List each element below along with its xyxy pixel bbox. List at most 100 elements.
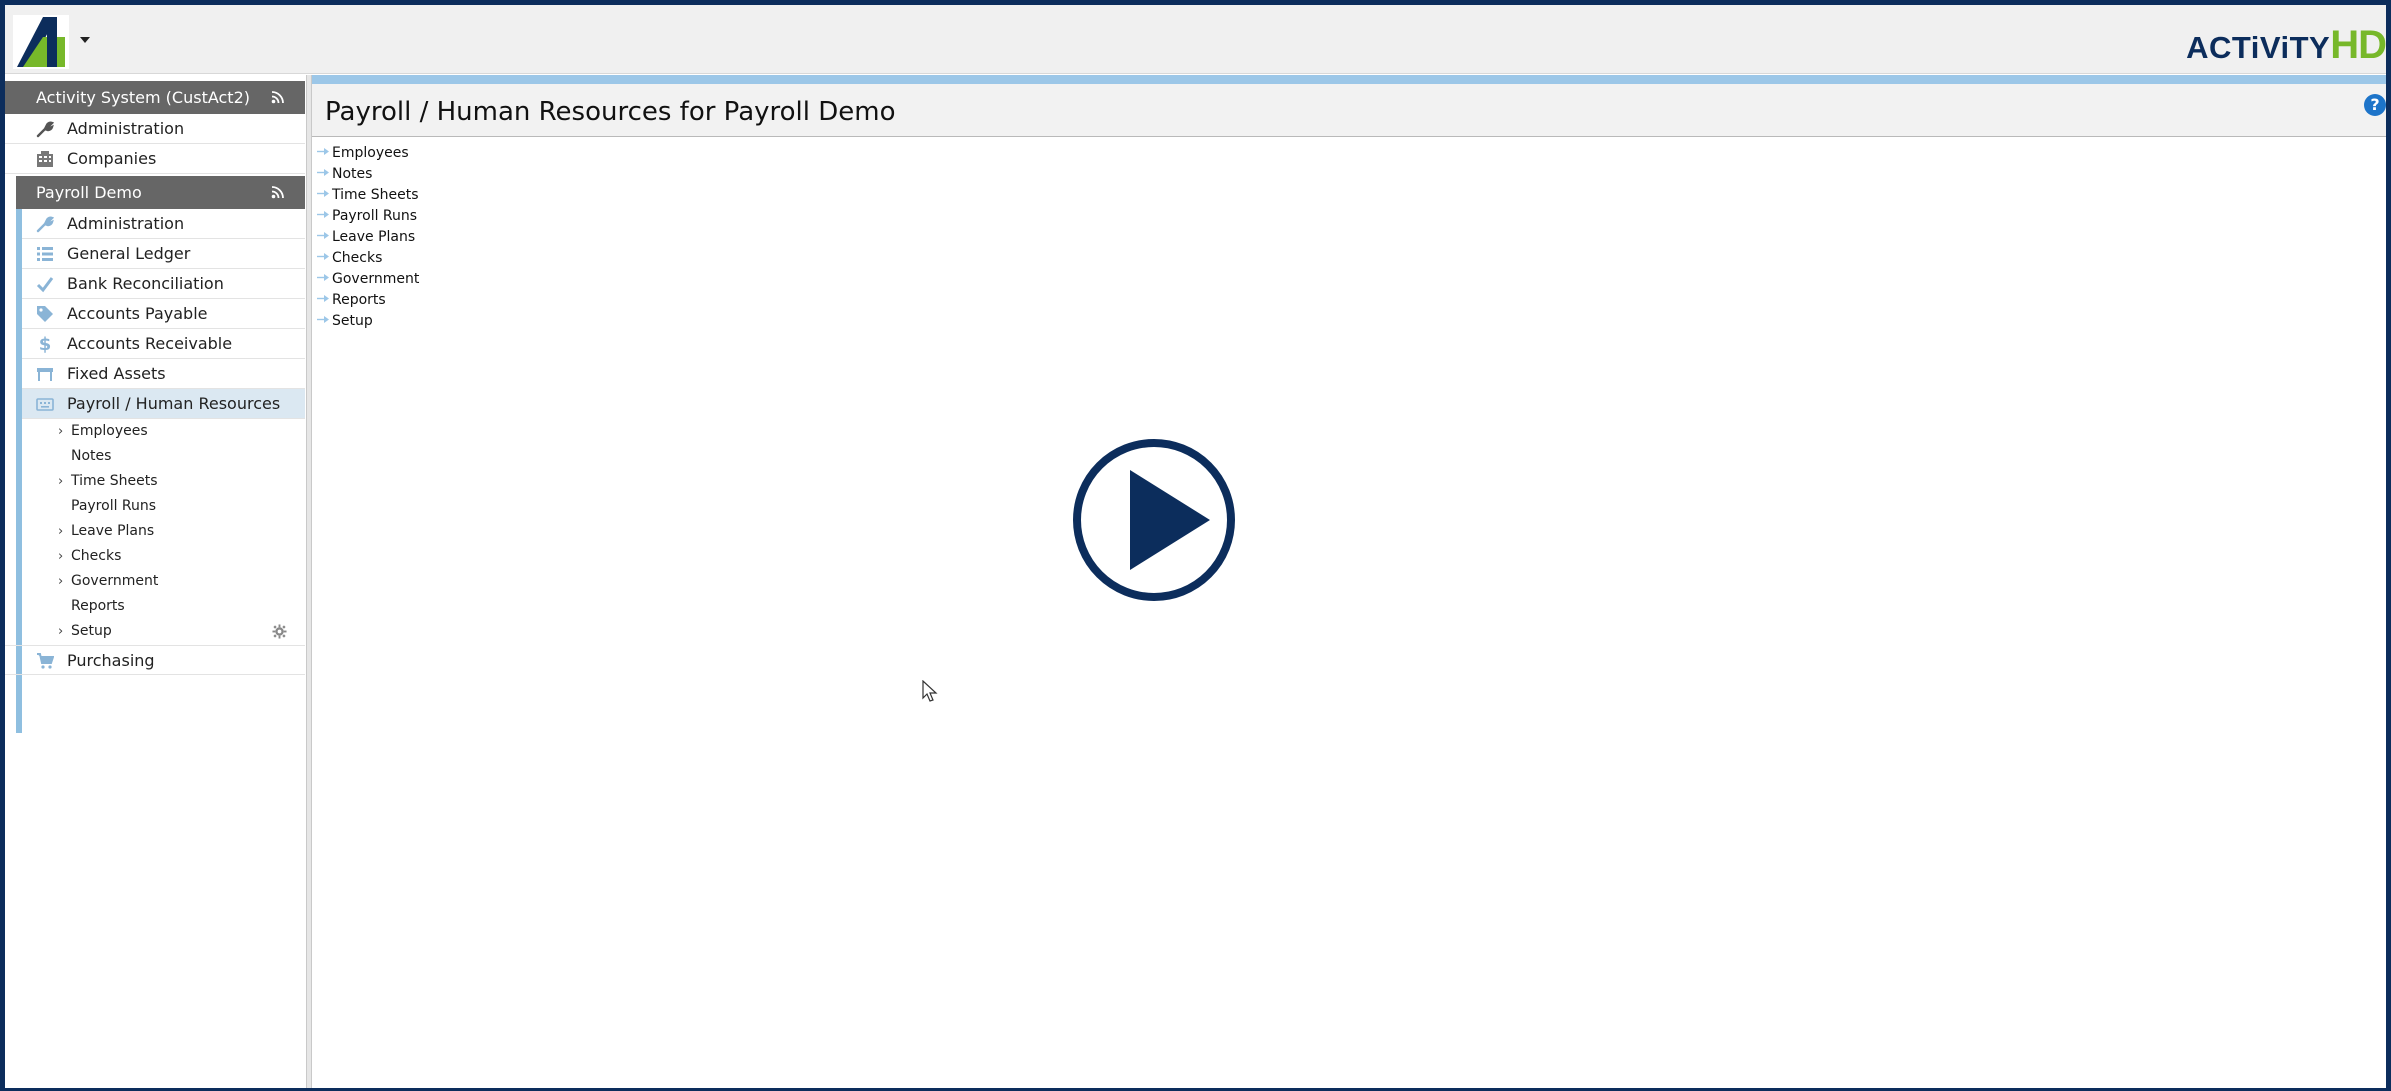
subitem-label: Time Sheets xyxy=(71,473,158,489)
tree-item-government[interactable]: Government xyxy=(317,269,419,290)
arrow-right-icon xyxy=(317,273,329,281)
sidebar-item-companies[interactable]: Companies xyxy=(5,144,305,174)
sidebar-item-label: Companies xyxy=(67,149,157,168)
sidebar-item-label: Purchasing xyxy=(67,651,155,670)
sidebar-item-payroll-human-resources[interactable]: Payroll / Human Resources xyxy=(22,389,305,419)
tree-item-label: Leave Plans xyxy=(332,229,416,245)
rss-icon[interactable] xyxy=(271,90,285,104)
sidebar-item-system-administration[interactable]: Administration xyxy=(5,114,305,144)
subitem-employees[interactable]: › Employees xyxy=(22,419,305,444)
tree-item-label: Employees xyxy=(332,145,409,161)
company-group-header[interactable]: Payroll Demo xyxy=(16,176,305,209)
cart-icon xyxy=(36,652,54,670)
brand-part-1: ACTiViTY xyxy=(2186,30,2331,65)
page-title: Payroll / Human Resources for Payroll De… xyxy=(325,97,896,127)
subitem-time-sheets[interactable]: › Time Sheets xyxy=(22,469,305,494)
tree-item-leave-plans[interactable]: Leave Plans xyxy=(317,227,415,248)
subitem-notes[interactable]: Notes xyxy=(22,444,305,469)
subitem-label: Reports xyxy=(71,598,125,614)
logo-menu-caret-icon[interactable] xyxy=(80,37,90,43)
top-bar: ACTiViTYHD xyxy=(5,5,2386,74)
main-content: Payroll / Human Resources for Payroll De… xyxy=(312,75,2386,1088)
subitem-setup[interactable]: › Setup xyxy=(22,619,305,644)
brand-logo: ACTiViTYHD xyxy=(2186,25,2386,65)
arrow-right-icon xyxy=(317,231,329,239)
keyboard-icon xyxy=(36,395,54,413)
tree-item-reports[interactable]: Reports xyxy=(317,290,386,311)
rss-icon[interactable] xyxy=(271,185,285,199)
sidebar-item-label: General Ledger xyxy=(67,244,191,263)
sidebar-item-bank-reconciliation[interactable]: Bank Reconciliation xyxy=(22,269,305,299)
arrow-right-icon xyxy=(317,168,329,176)
subitem-reports[interactable]: Reports xyxy=(22,594,305,619)
sidebar-item-administration[interactable]: Administration xyxy=(22,209,305,239)
tree-item-payroll-runs[interactable]: Payroll Runs xyxy=(317,206,417,227)
wrench-icon xyxy=(36,215,54,233)
arrow-right-icon xyxy=(317,189,329,197)
arrow-right-icon xyxy=(317,252,329,260)
sidebar-item-label: Fixed Assets xyxy=(67,364,166,383)
subitem-label: Notes xyxy=(71,448,112,464)
subitem-payroll-runs[interactable]: Payroll Runs xyxy=(22,494,305,519)
tree-item-time-sheets[interactable]: Time Sheets xyxy=(317,185,418,206)
tree-item-label: Payroll Runs xyxy=(332,208,418,224)
chevron-right-icon[interactable]: › xyxy=(58,419,63,444)
chevron-right-icon[interactable]: › xyxy=(58,619,63,644)
arrow-right-icon xyxy=(317,147,329,155)
dollar-icon: $ xyxy=(38,333,52,355)
subitem-label: Government xyxy=(71,573,159,589)
gear-icon[interactable] xyxy=(272,624,287,639)
subitem-label: Setup xyxy=(71,623,112,639)
mouse-pointer-icon xyxy=(922,680,938,702)
tree-item-label: Checks xyxy=(332,250,383,266)
tree-item-setup[interactable]: Setup xyxy=(317,311,373,332)
tree-item-employees[interactable]: Employees xyxy=(317,143,409,164)
company-group-title: Payroll Demo xyxy=(36,183,142,202)
sidebar-item-accounts-payable[interactable]: Accounts Payable xyxy=(22,299,305,329)
arrow-right-icon xyxy=(317,210,329,218)
tree-item-label: Reports xyxy=(332,292,386,308)
sidebar-item-fixed-assets[interactable]: Fixed Assets xyxy=(22,359,305,389)
sidebar-item-general-ledger[interactable]: General Ledger xyxy=(22,239,305,269)
building-icon xyxy=(36,150,54,168)
subitem-label: Checks xyxy=(71,548,122,564)
main-accent-stripe xyxy=(312,75,2386,84)
wrench-icon xyxy=(36,120,54,138)
app-logo-icon[interactable] xyxy=(13,15,69,69)
brand-part-2: HD xyxy=(2330,23,2386,67)
arrow-right-icon xyxy=(317,315,329,323)
table-icon xyxy=(36,365,54,383)
check-icon xyxy=(36,275,54,293)
subitem-checks[interactable]: › Checks xyxy=(22,544,305,569)
help-icon[interactable]: ? xyxy=(2364,94,2386,116)
sidebar-item-label: Accounts Payable xyxy=(67,304,208,323)
sidebar: Activity System (CustAct2) Administratio… xyxy=(5,75,305,1088)
tree-item-label: Time Sheets xyxy=(332,187,419,203)
sidebar-item-label: Administration xyxy=(67,119,185,138)
list-icon xyxy=(36,245,54,263)
chevron-right-icon[interactable]: › xyxy=(58,544,63,569)
subitem-leave-plans[interactable]: › Leave Plans xyxy=(22,519,305,544)
sidebar-item-accounts-receivable[interactable]: $ Accounts Receivable xyxy=(22,329,305,359)
chevron-right-icon[interactable]: › xyxy=(58,519,63,544)
tree-item-notes[interactable]: Notes xyxy=(317,164,372,185)
system-group-header[interactable]: Activity System (CustAct2) xyxy=(5,81,305,114)
subitem-label: Payroll Runs xyxy=(71,498,157,514)
system-group-title: Activity System (CustAct2) xyxy=(36,88,250,107)
chevron-right-icon[interactable]: › xyxy=(58,469,63,494)
tree-item-checks[interactable]: Checks xyxy=(317,248,382,269)
tag-icon xyxy=(36,305,54,323)
tree-item-label: Notes xyxy=(332,166,373,182)
app-window: ACTiViTYHD Activity System (CustAct2) Ad… xyxy=(5,5,2386,1088)
play-video-icon[interactable] xyxy=(1072,438,1236,602)
sidebar-item-label: Bank Reconciliation xyxy=(67,274,224,293)
sidebar-item-label: Payroll / Human Resources xyxy=(67,394,281,413)
subitem-label: Employees xyxy=(71,423,148,439)
sidebar-item-label: Accounts Receivable xyxy=(67,334,233,353)
sidebar-item-label: Administration xyxy=(67,214,185,233)
sidebar-item-purchasing[interactable]: Purchasing xyxy=(5,645,305,675)
chevron-right-icon[interactable]: › xyxy=(58,569,63,594)
arrow-right-icon xyxy=(317,294,329,302)
subitem-government[interactable]: › Government xyxy=(22,569,305,594)
tree-item-label: Government xyxy=(332,271,420,287)
